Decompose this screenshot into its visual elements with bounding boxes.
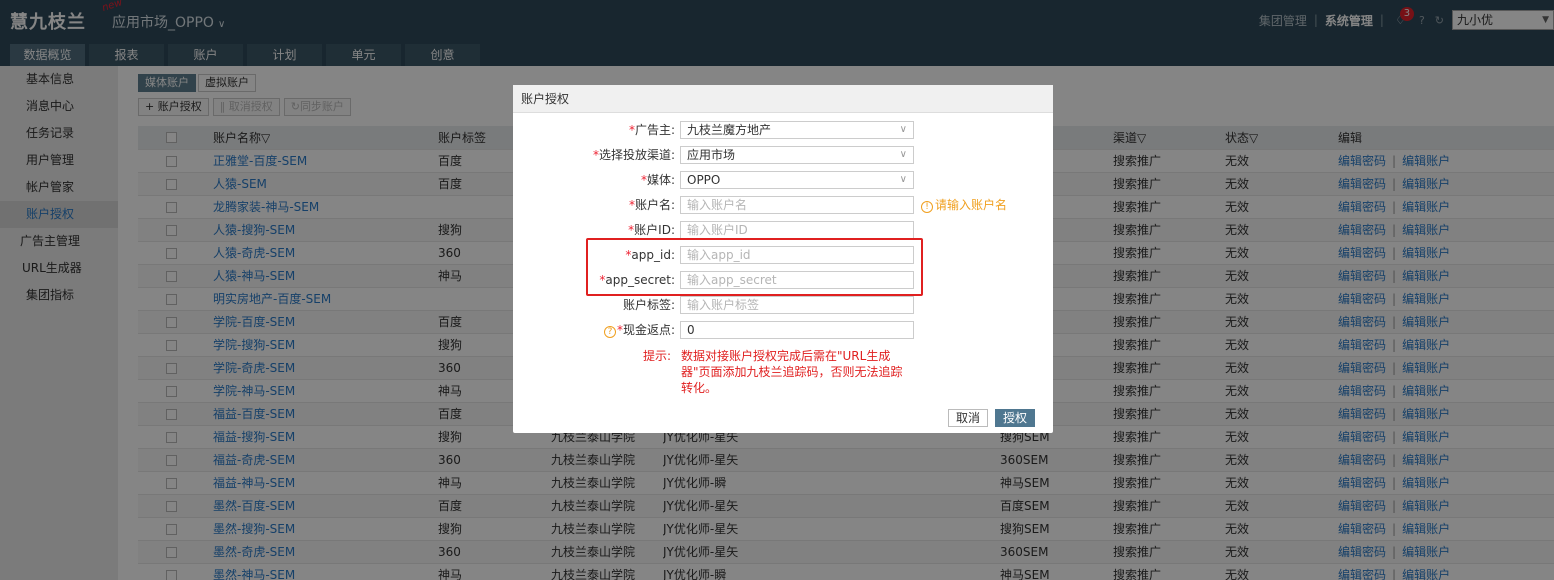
account-tag-label: 账户标签: (622, 298, 675, 312)
highlight-box (586, 238, 923, 296)
cashback-row: ? *现金返点: 0 (513, 320, 1053, 340)
channel-label: *选择投放渠道: (592, 148, 675, 162)
cashback-label: ? *现金返点: (603, 320, 675, 340)
channel-select[interactable]: 应用市场 ∨ (680, 146, 914, 164)
account-id-label: *账户ID: (628, 223, 675, 237)
chevron-down-icon: ∨ (899, 174, 907, 185)
account-tag-input[interactable]: 输入账户标签 (680, 296, 914, 314)
dialog-title: 账户授权 (513, 85, 1053, 113)
account-id-row: *账户ID: 输入账户ID (513, 220, 1053, 240)
media-select[interactable]: OPPO ∨ (680, 171, 914, 189)
warning-icon: ! (921, 201, 933, 213)
question-icon[interactable]: ? (603, 326, 616, 338)
media-label: *媒体: (640, 173, 675, 187)
chevron-down-icon: ∨ (899, 149, 907, 160)
account-auth-dialog: 账户授权 *广告主: 九枝兰魔方地产 ∨ *选择投放渠道: 应用市场 ∨ *媒体: … (513, 85, 1053, 433)
chevron-down-icon: ∨ (899, 124, 907, 135)
account-tag-row: 账户标签: 输入账户标签 (513, 295, 1053, 315)
account-name-hint: ! 请输入账户名 (921, 195, 1007, 215)
account-name-label: *账户名: (628, 198, 675, 212)
authorize-button[interactable]: 授权 (995, 409, 1036, 427)
tip-text: 数据对接账户授权完成后需在"URL生成器"页面添加九枝兰追踪码，否则无法追踪转化… (681, 349, 903, 395)
channel-row: *选择投放渠道: 应用市场 ∨ (513, 145, 1053, 165)
account-id-input[interactable]: 输入账户ID (680, 221, 914, 239)
tip-label: 提示: (643, 349, 672, 363)
advertiser-select[interactable]: 九枝兰魔方地产 ∨ (680, 121, 914, 139)
cancel-button[interactable]: 取消 (948, 409, 989, 427)
advertiser-label: *广告主: (628, 123, 675, 137)
cashback-input[interactable]: 0 (680, 321, 914, 339)
account-name-input[interactable]: 输入账户名 (680, 196, 914, 214)
advertiser-row: *广告主: 九枝兰魔方地产 ∨ (513, 120, 1053, 140)
account-name-row: *账户名: 输入账户名 ! 请输入账户名 (513, 195, 1053, 215)
media-row: *媒体: OPPO ∨ (513, 170, 1053, 190)
